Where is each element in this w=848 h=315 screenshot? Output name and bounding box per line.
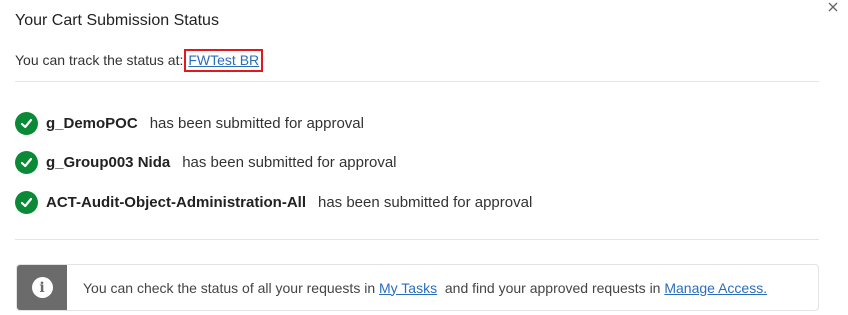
submission-item: g_DemoPOC has been submitted for approva… (15, 112, 364, 135)
info-banner-icon-area: i (17, 265, 67, 310)
check-circle-icon (15, 112, 38, 135)
dialog-title: Your Cart Submission Status (15, 12, 219, 29)
item-name: g_DemoPOC (46, 115, 138, 132)
submission-item: g_Group003 Nida has been submitted for a… (15, 151, 397, 174)
item-status: has been submitted for approval (317, 194, 533, 211)
track-status-line: You can track the status at: FWTest BR (15, 49, 264, 72)
manage-access-link[interactable]: Manage Access. (664, 280, 767, 296)
item-name: g_Group003 Nida (46, 154, 171, 171)
info-banner: i You can check the status of all your r… (16, 264, 819, 311)
track-status-text: You can track the status at: (15, 52, 184, 68)
check-circle-icon (15, 151, 38, 174)
cart-submission-dialog: Your Cart Submission Status You can trac… (0, 0, 848, 315)
item-status: has been submitted for approval (149, 115, 364, 132)
item-name: ACT-Audit-Object-Administration-All (46, 194, 306, 211)
divider (15, 81, 819, 82)
info-icon: i (31, 277, 53, 298)
item-status: has been submitted for approval (182, 154, 397, 171)
close-icon[interactable] (826, 0, 840, 14)
track-status-link[interactable]: FWTest BR (184, 49, 264, 72)
submission-item: ACT-Audit-Object-Administration-All has … (15, 191, 532, 214)
info-text-before: You can check the status of all your req… (83, 279, 376, 296)
info-text-middle: and find your approved requests in (444, 279, 661, 296)
info-banner-text: You can check the status of all your req… (67, 280, 767, 296)
divider (15, 239, 819, 240)
check-circle-icon (15, 191, 38, 214)
my-tasks-link[interactable]: My Tasks (379, 280, 437, 296)
